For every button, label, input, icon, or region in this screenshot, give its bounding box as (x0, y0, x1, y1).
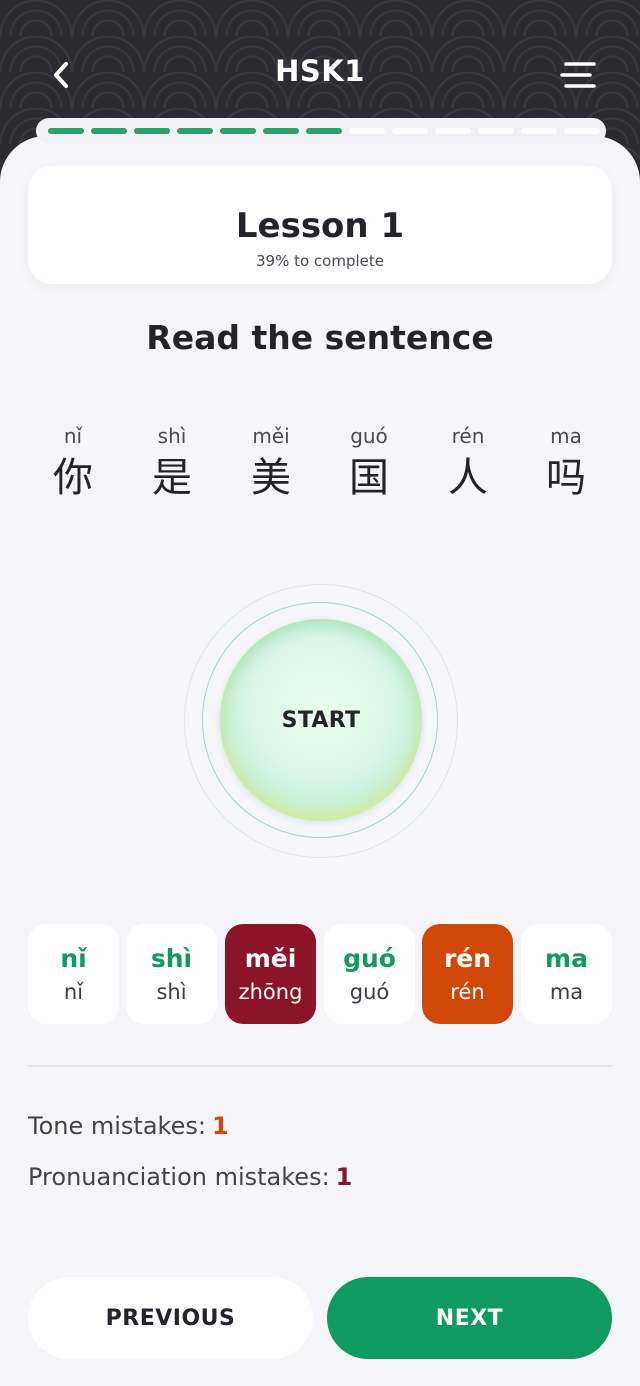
progress-segment-pending (349, 128, 385, 134)
divider (28, 1065, 612, 1067)
progress-segment-pending (478, 128, 514, 134)
progress-segment-complete (134, 128, 170, 134)
progress-segment-pending (435, 128, 471, 134)
word-pinyin: guó (350, 424, 388, 448)
result-heard: ma (549, 980, 584, 1004)
result-heard: shì (156, 980, 187, 1004)
result-expected: měi (244, 944, 297, 973)
result-tile[interactable]: shì shì (126, 924, 217, 1024)
progress-segment-pending (521, 128, 557, 134)
result-tile-pronunciation-mistake[interactable]: měi zhōng (225, 924, 316, 1024)
result-tile[interactable]: ma ma (521, 924, 612, 1024)
menu-button[interactable] (554, 50, 604, 100)
progress-segment-complete (263, 128, 299, 134)
word-pinyin: ma (550, 424, 582, 448)
menu-icon (560, 62, 596, 88)
sentence-word: nǐ 你 (24, 424, 122, 504)
word-hanzi: 吗 (546, 455, 586, 501)
word-hanzi: 是 (152, 455, 192, 501)
word-hanzi: 人 (448, 455, 488, 501)
sentence: nǐ 你 shì 是 měi 美 guó 国 rén 人 ma 吗 (24, 424, 616, 514)
result-heard: guó (349, 980, 390, 1004)
header-title: HSK1 (275, 54, 365, 88)
previous-button[interactable]: PREVIOUS (28, 1277, 313, 1359)
sentence-word: shì 是 (123, 424, 221, 504)
word-pinyin: rén (451, 424, 485, 448)
result-heard: zhōng (238, 980, 303, 1004)
result-expected: ma (545, 944, 588, 973)
result-expected: nǐ (60, 944, 87, 973)
sentence-word: guó 国 (320, 424, 418, 504)
result-expected: shì (150, 944, 193, 973)
word-hanzi: 国 (349, 455, 389, 501)
result-tile[interactable]: guó guó (324, 924, 415, 1024)
progress-segment-complete (91, 128, 127, 134)
word-hanzi: 美 (251, 455, 291, 501)
sentence-word: ma 吗 (517, 424, 615, 504)
start-recording-button[interactable]: START (220, 619, 422, 821)
tone-mistakes-stat: Tone mistakes: 1 (28, 1112, 229, 1140)
word-pinyin: nǐ (63, 424, 83, 448)
tone-mistakes-label: Tone mistakes: (28, 1112, 206, 1140)
lesson-progress-bar (36, 118, 606, 144)
result-expected: rén (443, 944, 492, 973)
result-tiles: nǐ nǐ shì shì měi zhōng guó guó rén rén … (28, 924, 612, 1024)
progress-segment-complete (177, 128, 213, 134)
progress-segment-pending (392, 128, 428, 134)
result-expected: guó (343, 944, 396, 973)
instruction-heading: Read the sentence (146, 318, 494, 357)
result-heard: rén (450, 980, 485, 1004)
sentence-word: měi 美 (222, 424, 320, 504)
tone-mistakes-count: 1 (211, 1112, 229, 1140)
lesson-progress-text: 39% to complete (256, 252, 384, 270)
progress-segment-pending (564, 128, 600, 134)
pronunciation-mistakes-count: 1 (335, 1163, 353, 1191)
word-pinyin: shì (157, 424, 187, 448)
next-button[interactable]: NEXT (327, 1277, 612, 1359)
pronunciation-mistakes-stat: Pronuanciation mistakes: 1 (28, 1163, 352, 1191)
result-heard: nǐ (63, 980, 84, 1004)
lesson-progress-box: Lesson 1 39% to complete (28, 166, 612, 284)
progress-segment-complete (306, 128, 342, 134)
lesson-title: Lesson 1 (235, 206, 405, 246)
word-pinyin: měi (252, 424, 290, 448)
word-hanzi: 你 (53, 455, 93, 501)
progress-segment-complete (220, 128, 256, 134)
progress-segment-complete (48, 128, 84, 134)
result-tile-tone-mistake[interactable]: rén rén (422, 924, 513, 1024)
sentence-word: rén 人 (419, 424, 517, 504)
result-tile[interactable]: nǐ nǐ (28, 924, 119, 1024)
pronunciation-mistakes-label: Pronuanciation mistakes: (28, 1163, 330, 1191)
